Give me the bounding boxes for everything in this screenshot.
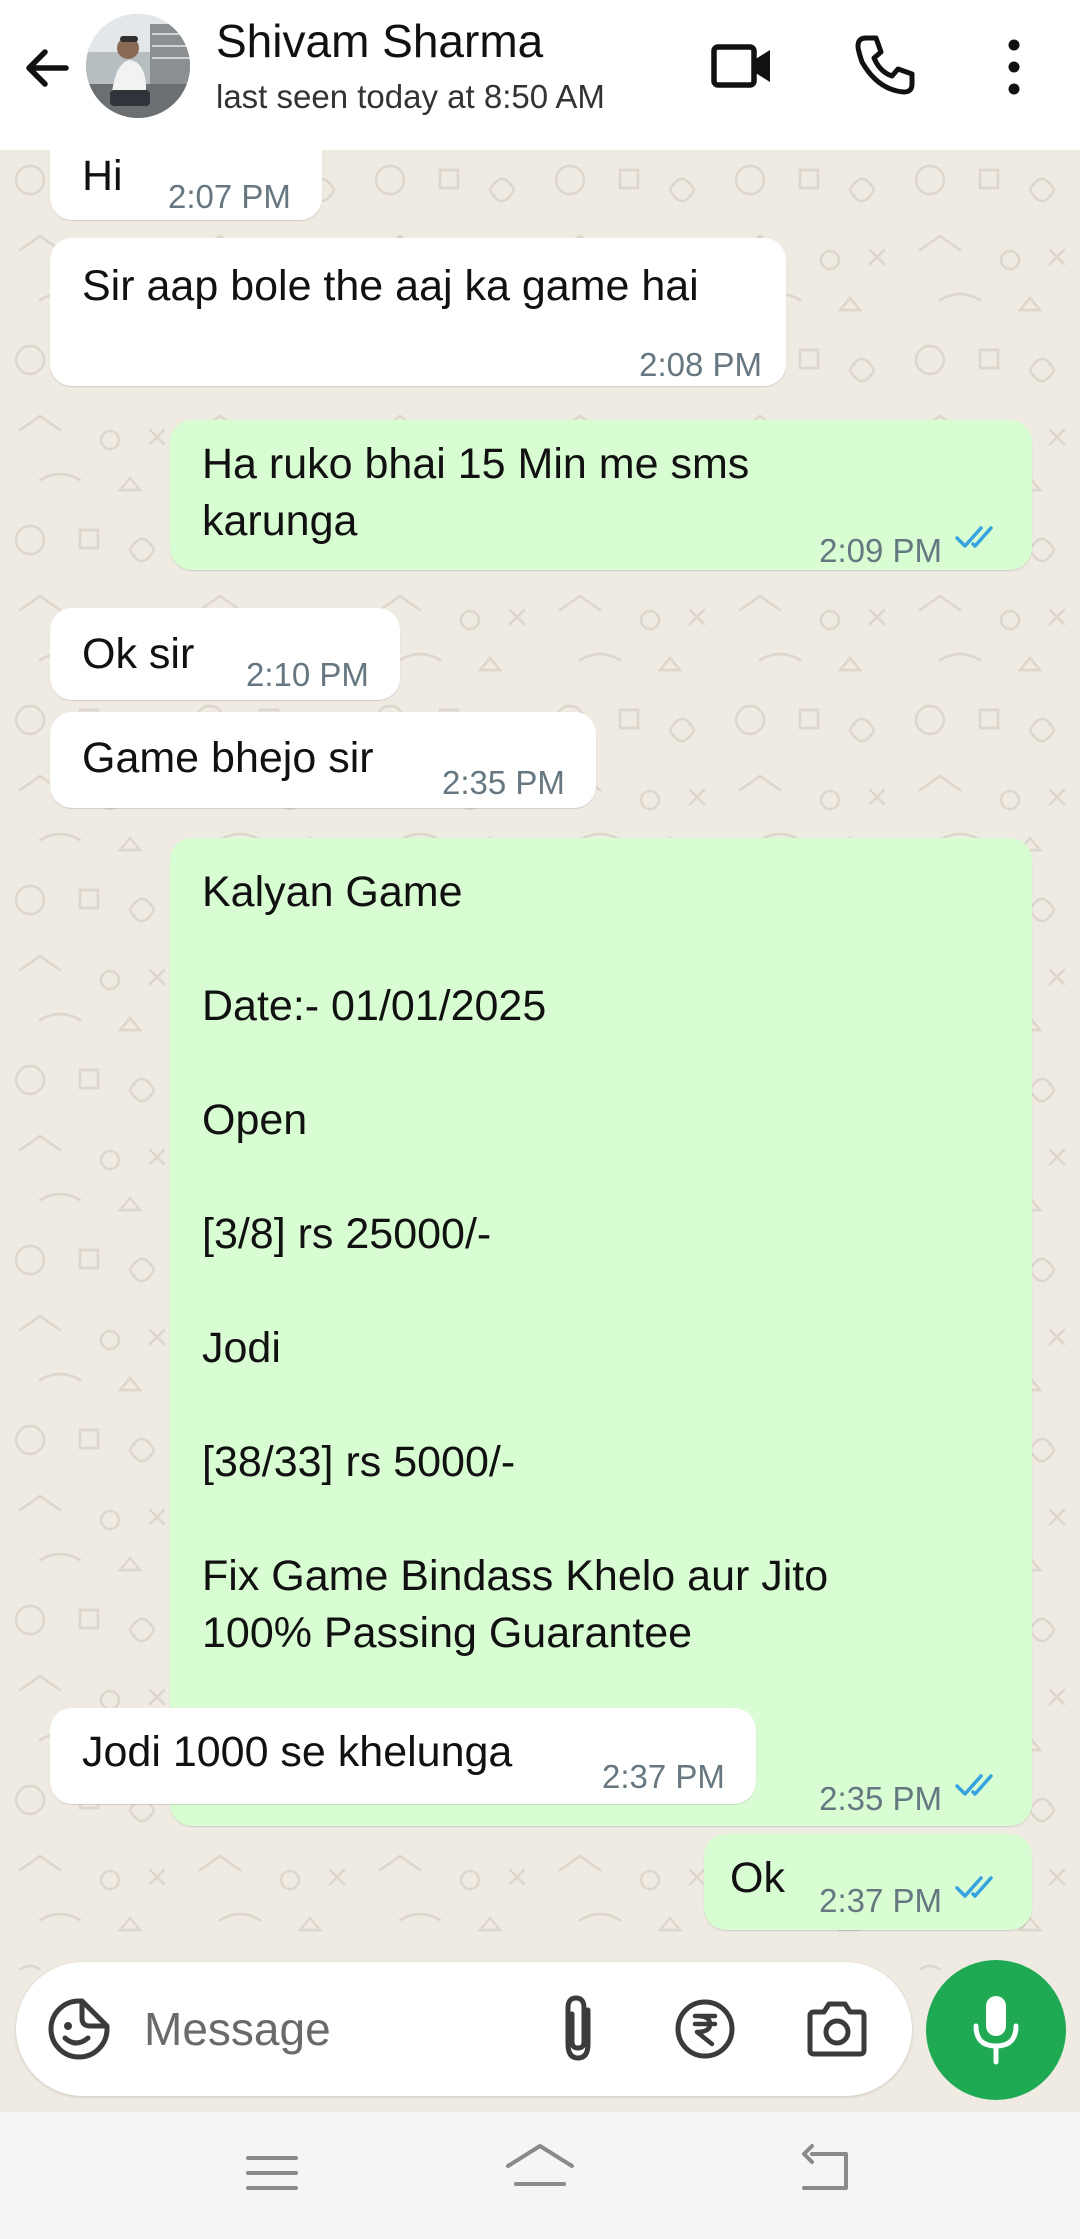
message-text: Hi <box>82 152 123 200</box>
message-text: Ok sir <box>82 630 195 678</box>
message-incoming[interactable]: Jodi 1000 se khelunga 2:37 PM <box>50 1708 756 1804</box>
system-navigation-bar <box>0 2112 1080 2239</box>
read-ticks-icon <box>955 1774 993 1796</box>
message-time: 2:09 PM <box>819 532 942 569</box>
message-time: 2:08 PM <box>639 346 762 383</box>
message-text: Jodi 1000 se khelunga <box>82 1728 513 1776</box>
phone-call-icon[interactable] <box>852 32 918 98</box>
mic-icon <box>973 1996 1019 2065</box>
message-outgoing[interactable]: Kalyan Game Date:- 01/01/2025 Open [3/8]… <box>170 838 1032 1826</box>
voice-record-button[interactable] <box>926 1960 1066 2100</box>
message-outgoing[interactable]: Ok 2:37 PM <box>704 1834 1032 1930</box>
message-time: 2:10 PM <box>246 656 369 693</box>
nav-home-icon[interactable] <box>504 2140 576 2200</box>
last-seen-status: last seen today at 8:50 AM <box>216 78 605 115</box>
message-text: Ha ruko bhai 15 Min me sms karunga <box>202 440 750 545</box>
message-time: 2:35 PM <box>442 764 565 801</box>
emoji-sticker-icon[interactable] <box>46 1996 112 2062</box>
more-options-icon[interactable] <box>996 34 1032 100</box>
chat-area[interactable]: Hi 2:07 PM Sir aap bole the aaj ka game … <box>0 150 1080 1970</box>
message-incoming[interactable]: Game bhejo sir 2:35 PM <box>50 712 596 808</box>
message-incoming[interactable]: Sir aap bole the aaj ka game hai 2:08 PM <box>50 238 786 386</box>
attach-paperclip-icon[interactable] <box>544 1992 614 2066</box>
message-text: Kalyan Game Date:- 01/01/2025 Open [3/8]… <box>202 868 829 1657</box>
message-time: 2:37 PM <box>602 1758 725 1795</box>
nav-menu-icon[interactable] <box>242 2148 302 2198</box>
compose-bar <box>16 1962 912 2096</box>
message-time: 2:35 PM <box>819 1780 942 1817</box>
read-ticks-icon <box>955 526 993 548</box>
message-text: Sir aap bole the aaj ka game hai <box>82 262 699 310</box>
message-text: Ok <box>730 1854 785 1902</box>
video-call-icon[interactable] <box>710 38 776 94</box>
message-outgoing[interactable]: Ha ruko bhai 15 Min me sms karunga 2:09 … <box>170 420 1032 570</box>
message-incoming[interactable]: Ok sir 2:10 PM <box>50 608 400 700</box>
message-incoming[interactable]: Hi 2:07 PM <box>50 150 322 220</box>
back-arrow-icon[interactable] <box>18 38 78 98</box>
message-time: 2:07 PM <box>168 178 291 215</box>
message-input[interactable] <box>142 1992 526 2066</box>
message-text: Game bhejo sir <box>82 734 374 782</box>
rupee-payment-icon[interactable] <box>672 1996 738 2062</box>
camera-icon[interactable] <box>804 1998 870 2060</box>
chat-header: Shivam Sharma last seen today at 8:50 AM <box>0 0 1080 150</box>
avatar[interactable] <box>86 14 190 118</box>
nav-back-icon[interactable] <box>796 2142 854 2198</box>
message-time: 2:37 PM <box>819 1882 942 1919</box>
read-ticks-icon <box>955 1876 993 1898</box>
contact-name[interactable]: Shivam Sharma <box>216 14 543 68</box>
